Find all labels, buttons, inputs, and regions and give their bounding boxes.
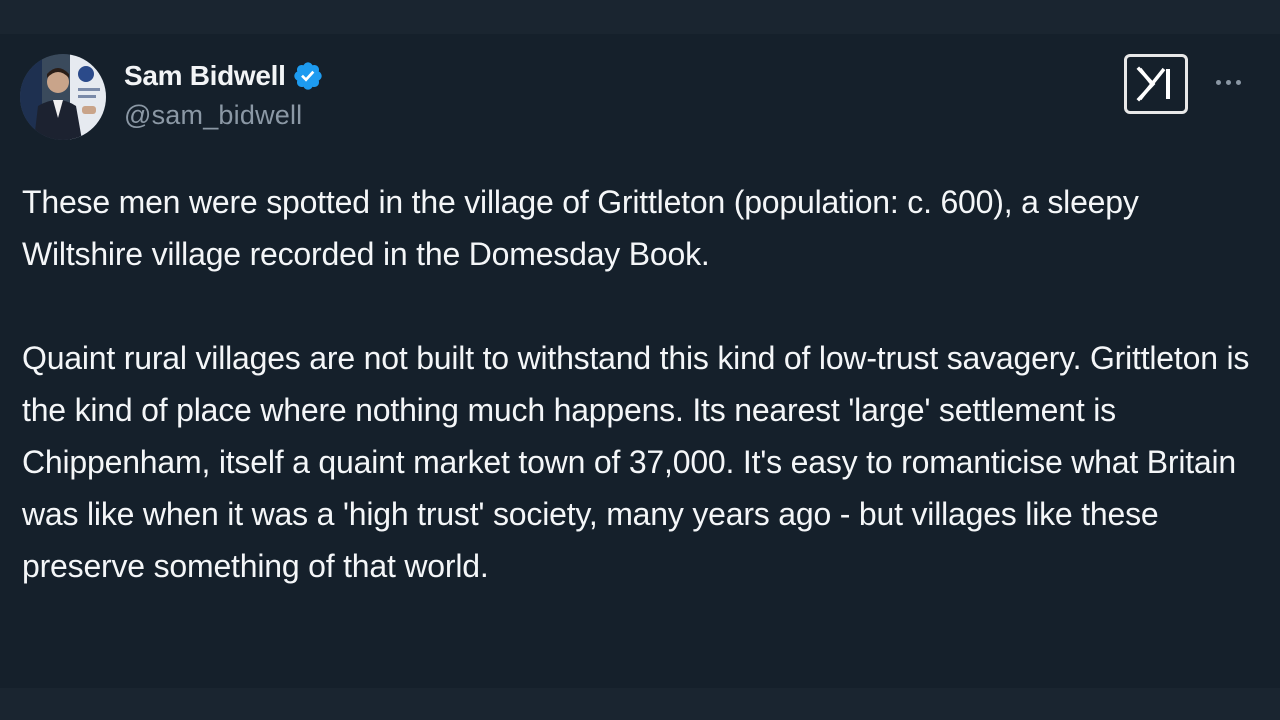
x-logo-icon[interactable] bbox=[1124, 54, 1188, 114]
avatar[interactable] bbox=[20, 54, 106, 140]
profile-photo-icon bbox=[20, 54, 106, 140]
more-dot bbox=[1215, 79, 1221, 85]
more-options-icon[interactable] bbox=[1208, 70, 1248, 94]
name-row: Sam Bidwell bbox=[124, 58, 324, 94]
verified-badge-icon bbox=[293, 62, 322, 90]
post-paragraph: These men were spotted in the village of… bbox=[22, 184, 1139, 272]
post-card: Sam Bidwell @sam_bidwell These men were … bbox=[0, 34, 1280, 688]
bottom-frame-strip bbox=[0, 688, 1280, 720]
post-text: These men were spotted in the village of… bbox=[22, 176, 1258, 592]
more-dot bbox=[1225, 79, 1231, 85]
top-frame-strip bbox=[0, 0, 1280, 34]
author-info: Sam Bidwell @sam_bidwell bbox=[124, 58, 324, 131]
x-logo-glyph-icon bbox=[1136, 66, 1170, 102]
author-display-name[interactable]: Sam Bidwell bbox=[124, 60, 286, 92]
more-dot bbox=[1235, 79, 1241, 85]
author-handle[interactable]: @sam_bidwell bbox=[124, 100, 324, 131]
post-paragraph: Quaint rural villages are not built to w… bbox=[22, 340, 1250, 584]
